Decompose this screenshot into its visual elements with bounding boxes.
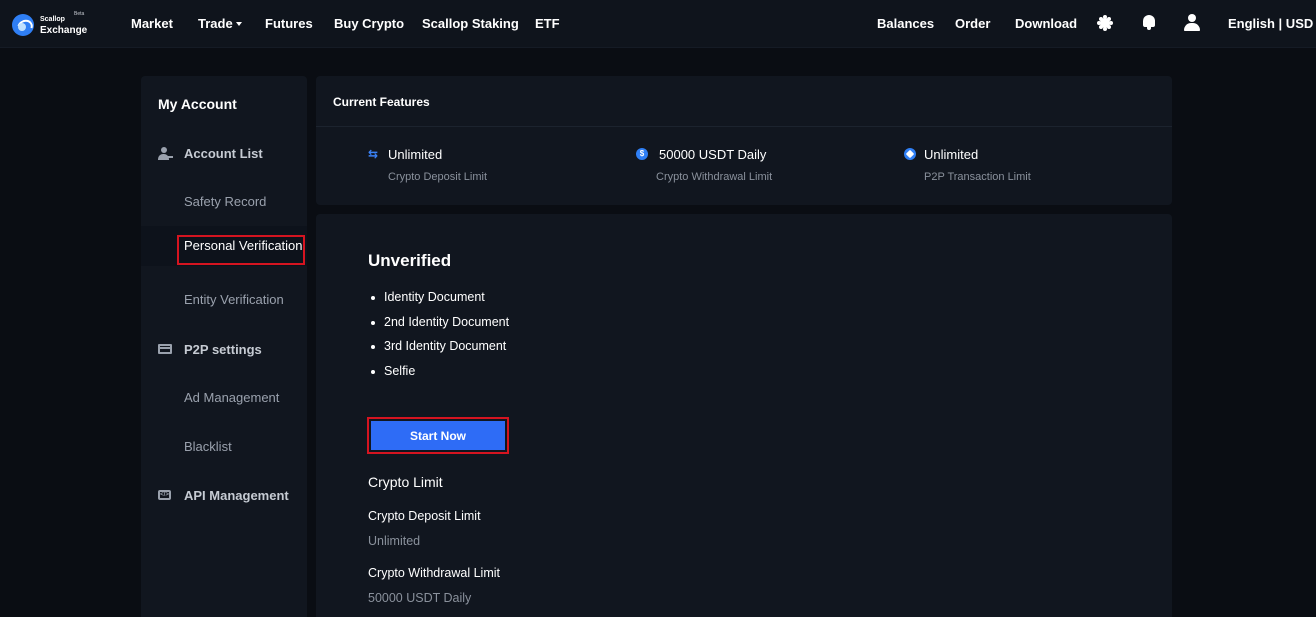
requirements-list: Identity Document 2nd Identity Document … bbox=[368, 290, 509, 388]
feature-caption: Crypto Deposit Limit bbox=[388, 171, 488, 183]
sidebar-item-blacklist[interactable]: Blacklist bbox=[141, 427, 307, 467]
card-icon bbox=[158, 343, 172, 355]
sidebar-item-safety-record[interactable]: Safety Record bbox=[141, 182, 307, 222]
balances-link[interactable]: Balances bbox=[877, 16, 934, 31]
logo-line2: Exchange bbox=[40, 25, 88, 36]
start-now-button[interactable]: Start Now bbox=[371, 421, 505, 450]
scallop-exchange-logo[interactable]: Scallop Exchange Beta bbox=[12, 11, 92, 38]
nav-trade[interactable]: Trade bbox=[198, 16, 242, 31]
feature-value: Unlimited bbox=[388, 147, 443, 162]
features-title: Current Features bbox=[333, 95, 430, 109]
verification-status: Unverified bbox=[368, 251, 452, 270]
sidebar-item-label: Blacklist bbox=[184, 439, 232, 454]
swap-icon: ⇆ bbox=[368, 147, 379, 161]
api-icon: </> bbox=[158, 489, 172, 501]
sidebar-item-label: Safety Record bbox=[184, 194, 267, 209]
feature-withdrawal-limit: $ 50000 USDT Daily Crypto Withdrawal Lim… bbox=[636, 147, 856, 187]
chevron-down-icon bbox=[235, 22, 242, 26]
list-item: 3rd Identity Document bbox=[368, 339, 509, 364]
sidebar-item-ad-management[interactable]: Ad Management bbox=[141, 378, 307, 418]
verification-panel: Unverified Identity Document 2nd Identit… bbox=[316, 214, 1172, 617]
list-item: Selfie bbox=[368, 364, 509, 389]
sidebar-item-label: Ad Management bbox=[184, 390, 280, 405]
top-navigation-bar: Scallop Exchange Beta Market Trade Futur… bbox=[0, 0, 1316, 48]
highlight-box: Start Now bbox=[367, 417, 509, 454]
bell-icon[interactable] bbox=[1138, 12, 1160, 34]
list-item: Identity Document bbox=[368, 290, 509, 315]
sidebar-item-label: Personal Verification bbox=[184, 238, 303, 253]
sidebar-item-entity-verification[interactable]: Entity Verification bbox=[141, 280, 307, 320]
feature-caption: P2P Transaction Limit bbox=[924, 171, 1031, 183]
p2p-icon bbox=[904, 148, 916, 160]
list-item: 2nd Identity Document bbox=[368, 315, 509, 340]
sidebar-group-label: Account List bbox=[184, 146, 263, 161]
nav-futures[interactable]: Futures bbox=[265, 16, 313, 31]
feature-caption: Crypto Withdrawal Limit bbox=[656, 171, 773, 183]
feature-deposit-limit: ⇆ Unlimited Crypto Deposit Limit bbox=[368, 147, 588, 187]
limit-label: Crypto Deposit Limit bbox=[368, 509, 481, 523]
limit-value: 50000 USDT Daily bbox=[368, 591, 472, 605]
nav-buy-crypto[interactable]: Buy Crypto bbox=[334, 16, 404, 31]
current-features-card: Current Features ⇆ Unlimited Crypto Depo… bbox=[316, 76, 1172, 205]
language-currency-selector[interactable]: English | USD bbox=[1228, 16, 1313, 31]
sidebar-group-label: API Management bbox=[184, 488, 289, 503]
logo-icon bbox=[12, 14, 34, 36]
user-icon[interactable] bbox=[1181, 12, 1203, 34]
account-sidebar: My Account Account List Safety Record Pe… bbox=[141, 76, 307, 617]
user-list-icon bbox=[158, 147, 173, 160]
nav-market[interactable]: Market bbox=[131, 16, 173, 31]
sidebar-group-label: P2P settings bbox=[184, 342, 262, 357]
order-link[interactable]: Order bbox=[955, 16, 990, 31]
nav-trade-label: Trade bbox=[198, 16, 233, 31]
dollar-coin-icon: $ bbox=[636, 148, 648, 160]
feature-value: Unlimited bbox=[924, 147, 979, 162]
feature-value: 50000 USDT Daily bbox=[659, 147, 767, 162]
nav-scallop-staking[interactable]: Scallop Staking bbox=[422, 16, 519, 31]
beta-badge: Beta bbox=[74, 11, 85, 17]
limit-value: Unlimited bbox=[368, 534, 421, 548]
sidebar-item-personal-verification[interactable]: Personal Verification bbox=[141, 226, 307, 266]
nav-etf[interactable]: ETF bbox=[535, 16, 560, 31]
logo-line1: Scallop bbox=[40, 16, 65, 23]
sidebar-title: My Account bbox=[158, 96, 237, 112]
download-link[interactable]: Download bbox=[1015, 16, 1077, 31]
crypto-limit-title: Crypto Limit bbox=[368, 474, 443, 490]
divider bbox=[316, 126, 1172, 127]
limit-label: Crypto Withdrawal Limit bbox=[368, 566, 500, 580]
feature-p2p-limit: Unlimited P2P Transaction Limit bbox=[904, 147, 1124, 187]
sun-icon[interactable] bbox=[1094, 12, 1116, 34]
sidebar-item-label: Entity Verification bbox=[184, 292, 284, 307]
